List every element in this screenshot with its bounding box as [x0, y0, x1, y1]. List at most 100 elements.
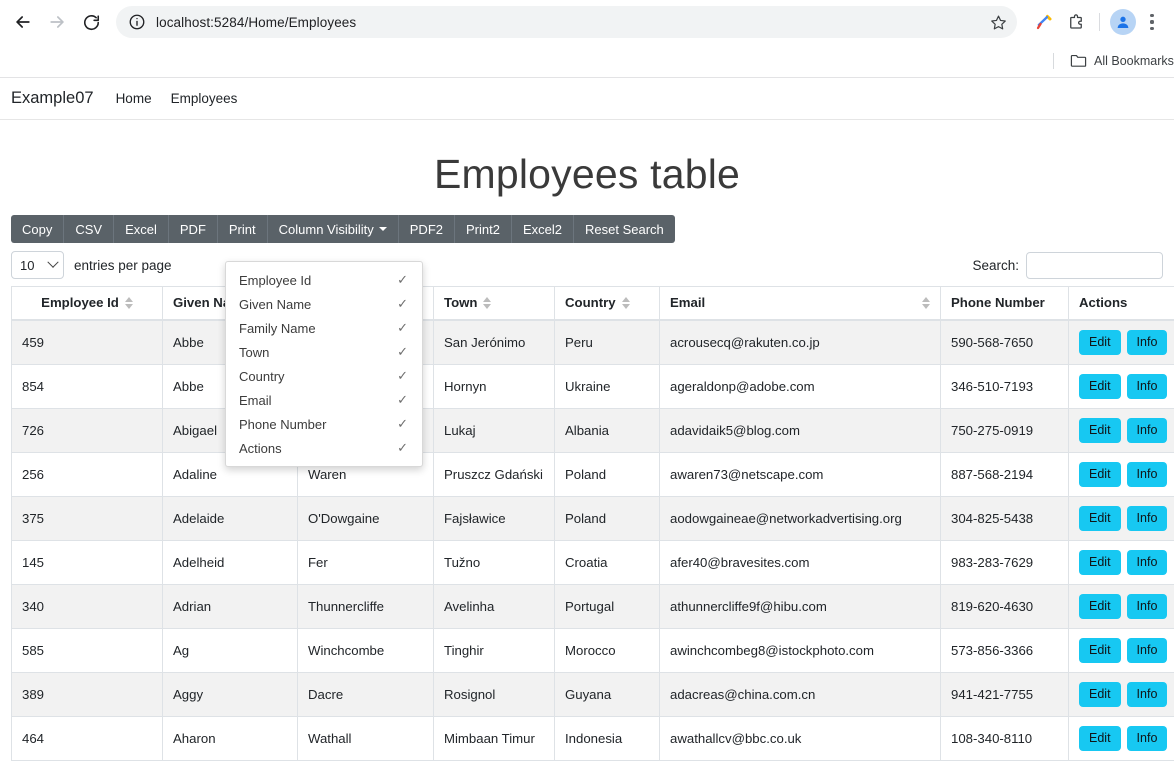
column-visibility-item[interactable]: Family Name ✓ [226, 316, 422, 340]
header-label: Employee Id [41, 295, 119, 311]
info-button[interactable]: Info [1126, 417, 1168, 443]
column-visibility-menu: Employee Id ✓ Given Name ✓ Family Name ✓ Town ✓… [225, 261, 423, 467]
phone-cell: 819-620-4630 [940, 583, 1069, 629]
check-icon: ✓ [397, 416, 408, 431]
column-visibility-button[interactable]: Column Visibility [268, 215, 399, 243]
employee-id-cell: 389 [11, 671, 163, 717]
header-email[interactable]: Email [659, 286, 941, 321]
column-visibility-item[interactable]: Country ✓ [226, 364, 422, 388]
site-info-icon[interactable] [128, 13, 146, 31]
page-length-select[interactable]: 10 [11, 251, 64, 279]
all-bookmarks-label: All Bookmarks [1094, 53, 1174, 68]
phone-cell: 590-568-7650 [940, 319, 1069, 365]
family-name-cell: Dacre [297, 671, 434, 717]
copy-button[interactable]: Copy [11, 215, 65, 243]
column-visibility-item[interactable]: Employee Id ✓ [226, 268, 422, 292]
column-visibility-item[interactable]: Phone Number ✓ [226, 412, 422, 436]
edit-button[interactable]: Edit [1079, 681, 1121, 707]
town-cell: Tužno [433, 539, 555, 585]
country-cell: Poland [554, 451, 660, 497]
edit-button[interactable]: Edit [1079, 593, 1121, 619]
column-visibility-item[interactable]: Actions ✓ [226, 436, 422, 460]
column-visibility-item[interactable]: Email ✓ [226, 388, 422, 412]
info-button[interactable]: Info [1126, 593, 1168, 619]
email-cell: awaren73@netscape.com [659, 451, 941, 497]
address-bar[interactable]: localhost:5284/Home/Employees [116, 6, 1017, 38]
edit-button[interactable]: Edit [1079, 505, 1121, 531]
employee-id-cell: 459 [11, 319, 163, 365]
search-input[interactable] [1026, 251, 1163, 279]
edit-button[interactable]: Edit [1079, 417, 1121, 443]
family-name-cell: O'Dowgaine [297, 495, 434, 541]
header-phone-number[interactable]: Phone Number [940, 286, 1069, 321]
edit-button[interactable]: Edit [1079, 725, 1121, 751]
back-arrow-icon[interactable] [8, 7, 38, 37]
pdf-button[interactable]: PDF [169, 215, 218, 243]
info-button[interactable]: Info [1126, 725, 1168, 751]
column-visibility-item-label: Town [239, 344, 270, 360]
print2-button[interactable]: Print2 [455, 215, 512, 243]
three-dot-menu-icon[interactable] [1140, 7, 1164, 37]
town-cell: Mimbaan Timur [433, 715, 555, 761]
header-country[interactable]: Country [554, 286, 660, 321]
excel2-button[interactable]: Excel2 [512, 215, 574, 243]
town-cell: Tinghir [433, 627, 555, 673]
table-row: 459AbbeCrousecSan JerónimoPeruacrousecq@… [11, 319, 1174, 365]
csv-button[interactable]: CSV [64, 215, 115, 243]
header-label: Email [670, 295, 706, 311]
print-button[interactable]: Print [218, 215, 268, 243]
info-button[interactable]: Info [1126, 461, 1168, 487]
pdf2-button[interactable]: PDF2 [399, 215, 455, 243]
edit-button[interactable]: Edit [1079, 329, 1121, 355]
town-cell: Lukaj [433, 407, 555, 453]
edit-button[interactable]: Edit [1079, 549, 1121, 575]
given-name-cell: Aggy [162, 671, 298, 717]
email-cell: awathallcv@bbc.co.uk [659, 715, 941, 761]
nav-link-employees[interactable]: Employees [171, 91, 238, 106]
employee-id-cell: 375 [11, 495, 163, 541]
nav-link-home[interactable]: Home [116, 91, 152, 106]
employee-id-cell: 854 [11, 363, 163, 409]
datatable-footer: Showing 1 to 10 of 1,000 entries «‹12345… [11, 761, 1163, 766]
header-label: Actions [1079, 295, 1128, 311]
profile-avatar-icon[interactable] [1108, 7, 1138, 37]
header-employee-id[interactable]: Employee Id [11, 286, 163, 321]
page-length-label: entries per page [74, 257, 172, 273]
given-name-cell: Ag [162, 627, 298, 673]
info-button[interactable]: Info [1126, 681, 1168, 707]
edit-button[interactable]: Edit [1079, 637, 1121, 663]
sort-icon [483, 296, 492, 309]
browser-chrome: localhost:5284/Home/Employees All Bookma… [0, 0, 1174, 78]
country-cell: Croatia [554, 539, 660, 585]
excel-button[interactable]: Excel [114, 215, 169, 243]
employee-id-cell: 340 [11, 583, 163, 629]
column-visibility-item[interactable]: Town ✓ [226, 340, 422, 364]
column-visibility-item[interactable]: Given Name ✓ [226, 292, 422, 316]
reset-search-button[interactable]: Reset Search [574, 215, 675, 243]
edit-button[interactable]: Edit [1079, 373, 1121, 399]
family-name-cell: Fer [297, 539, 434, 585]
eyedropper-icon[interactable] [1029, 7, 1059, 37]
table-row: 256 Adaline Waren Pruszcz Gdański Poland awar… [11, 451, 1174, 497]
header-town[interactable]: Town [433, 286, 555, 321]
info-button[interactable]: Info [1126, 549, 1168, 575]
info-button[interactable]: Info [1126, 373, 1168, 399]
employee-id-cell: 145 [11, 539, 163, 585]
check-icon: ✓ [397, 392, 408, 407]
all-bookmarks-button[interactable]: All Bookmarks [1070, 53, 1174, 68]
info-button[interactable]: Info [1126, 637, 1168, 663]
app-brand[interactable]: Example07 [11, 89, 94, 108]
table-header-row: Employee Id Given Name Family Name Town [11, 286, 1174, 321]
country-cell: Morocco [554, 627, 660, 673]
reload-icon[interactable] [76, 7, 106, 37]
info-button[interactable]: Info [1126, 329, 1168, 355]
table-row: 375 Adelaide O'Dowgaine Fajsławice Poland aod… [11, 495, 1174, 541]
extensions-puzzle-icon[interactable] [1061, 7, 1091, 37]
bookmark-star-icon[interactable] [985, 9, 1011, 35]
toolbar-divider [1099, 13, 1100, 31]
info-button[interactable]: Info [1126, 505, 1168, 531]
edit-button[interactable]: Edit [1079, 461, 1121, 487]
check-icon: ✓ [397, 440, 408, 455]
table-row: 585 Ag Winchcombe Tinghir Morocco awinchcombe… [11, 627, 1174, 673]
check-icon: ✓ [397, 272, 408, 287]
